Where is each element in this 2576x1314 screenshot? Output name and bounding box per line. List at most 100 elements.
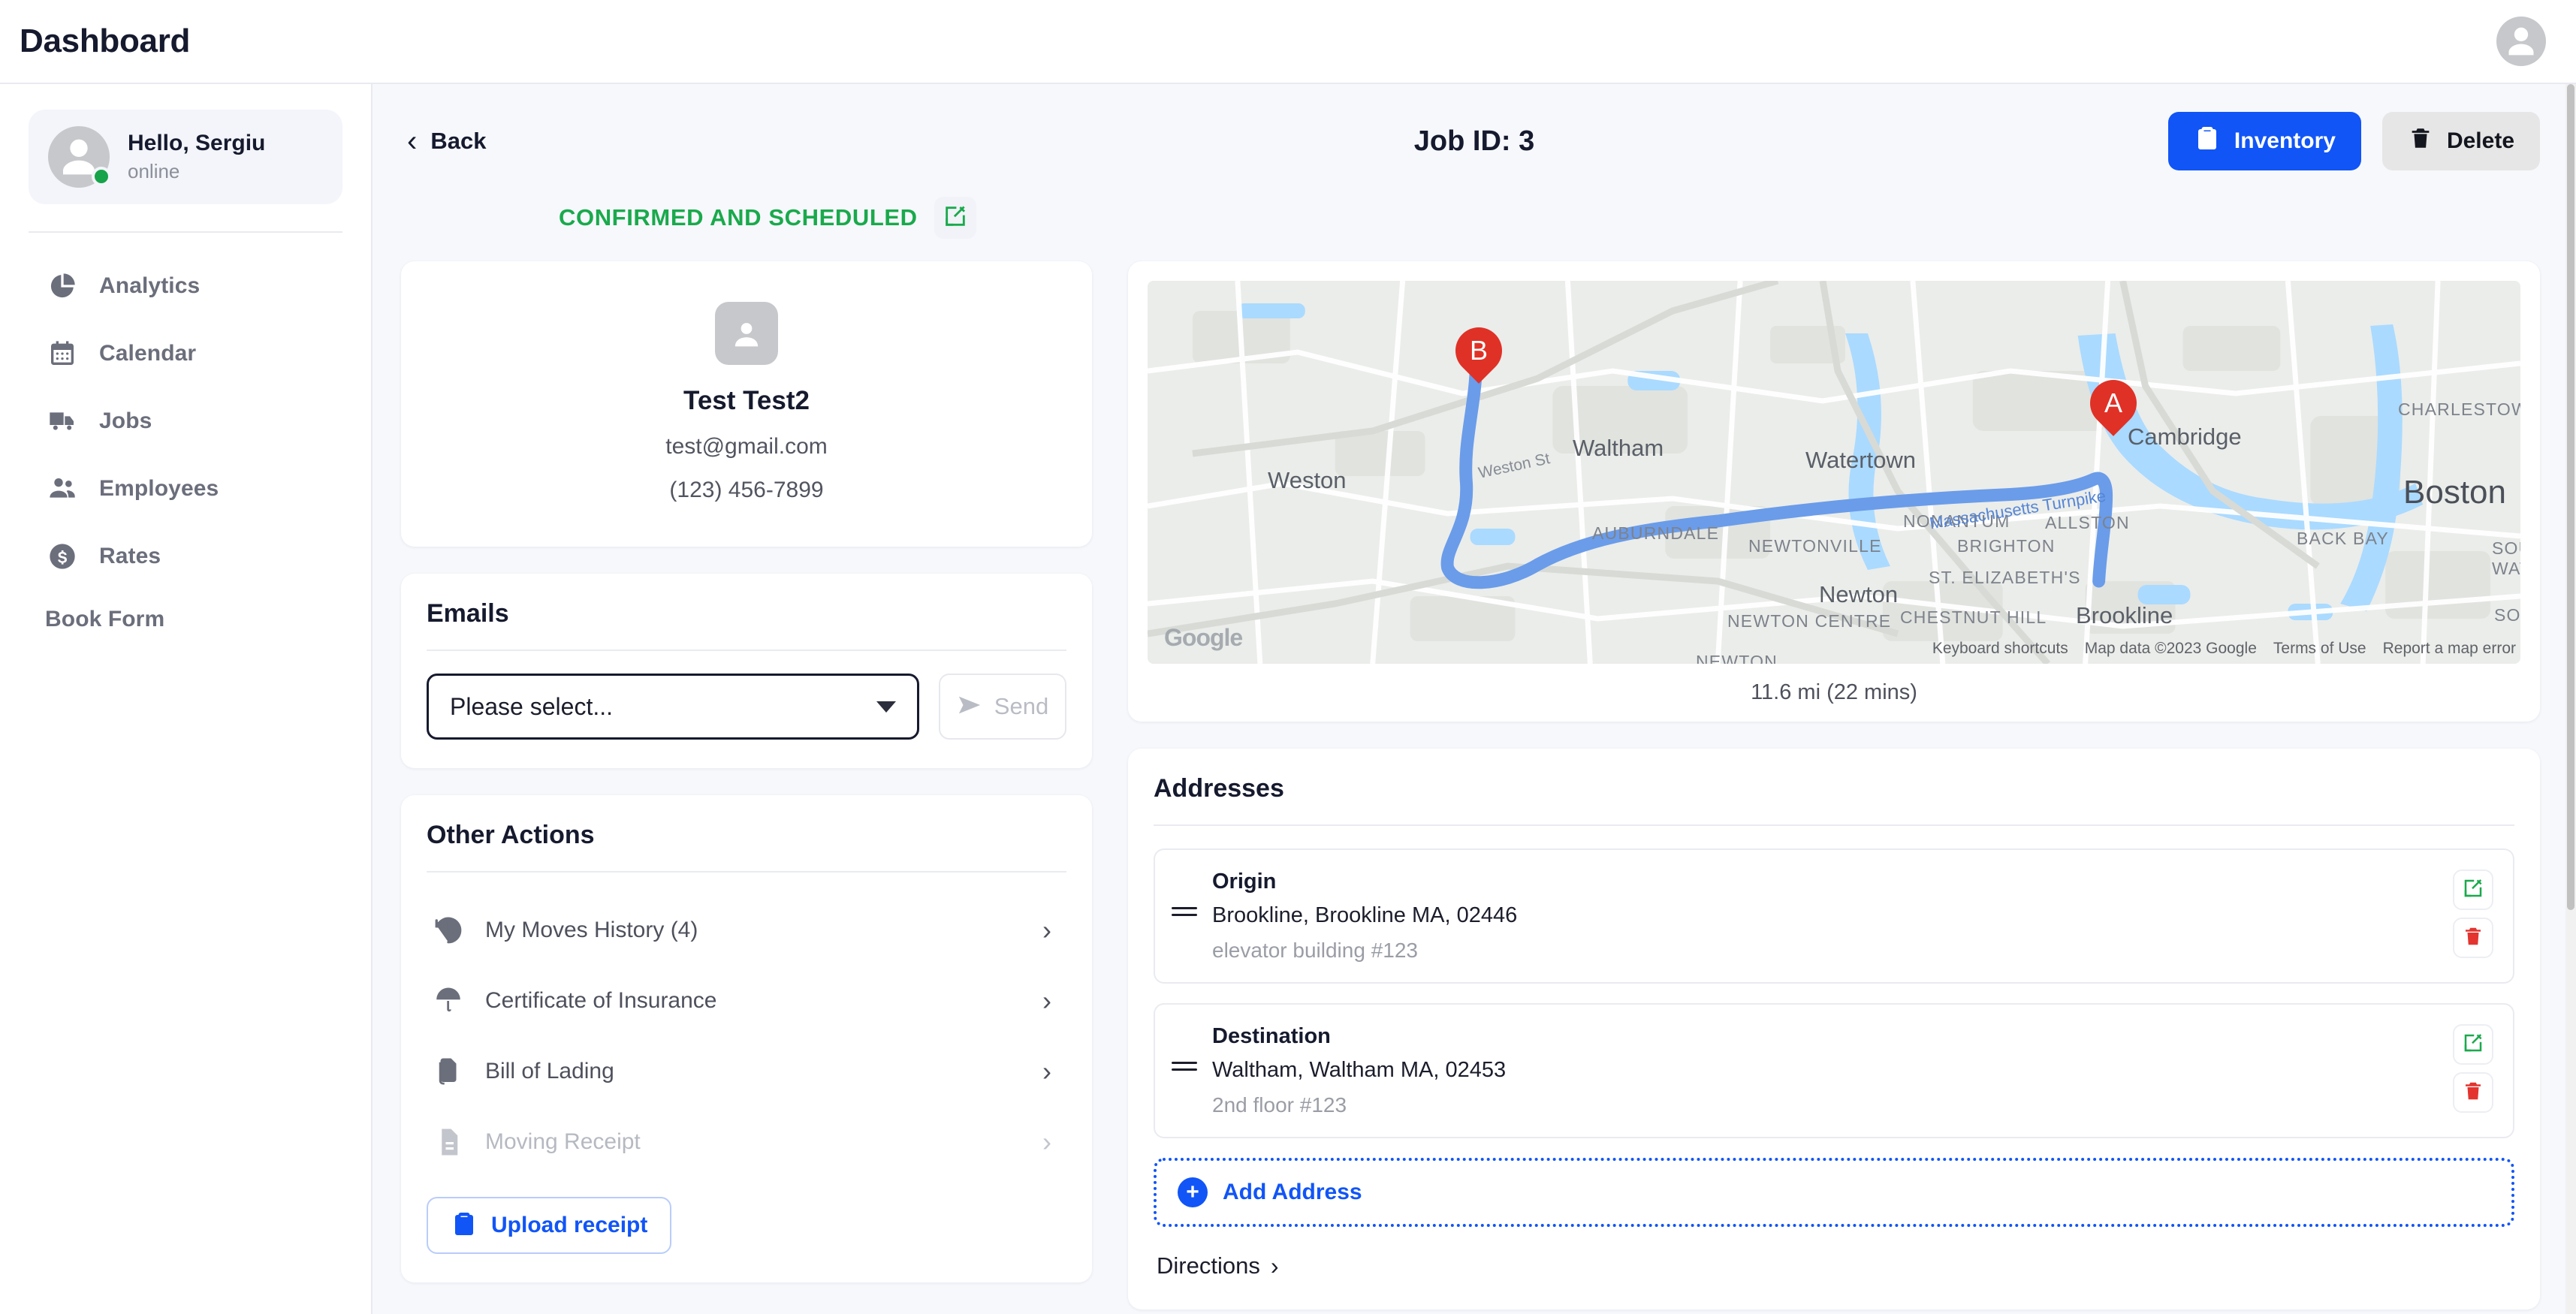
sidebar-item-label: Analytics xyxy=(99,273,201,298)
action-bill-of-lading[interactable]: Bill of Lading › xyxy=(427,1036,1066,1107)
action-certificate-of-insurance[interactable]: Certificate of Insurance › xyxy=(427,966,1066,1036)
sidebar-item-jobs[interactable]: Jobs xyxy=(0,387,371,455)
map-label: Boston xyxy=(2403,474,2506,511)
upload-receipt-label: Upload receipt xyxy=(491,1213,648,1237)
map-label: BACK BAY xyxy=(2297,529,2389,548)
address-note: elevator building #123 xyxy=(1212,939,1418,962)
add-address-button[interactable]: + Add Address xyxy=(1154,1158,2514,1227)
action-label: Bill of Lading xyxy=(485,1059,614,1083)
route-map[interactable]: Weston Waltham Weston St Watertown Cambr… xyxy=(1148,281,2520,664)
action-label: Moving Receipt xyxy=(485,1129,641,1154)
page-scrollbar[interactable] xyxy=(2565,84,2576,1314)
map-label: NEWTONVILLE xyxy=(1748,536,1882,556)
directions-toggle[interactable]: Directions › xyxy=(1154,1227,2514,1294)
contact-card-icon xyxy=(715,302,778,365)
divider xyxy=(427,871,1066,872)
map-credit-map-data: Map data ©2023 Google xyxy=(2084,640,2257,657)
email-send-row: Please select... Send xyxy=(427,674,1066,740)
status-row: CONFIRMED AND SCHEDULED xyxy=(401,176,2540,239)
delete-button[interactable]: Delete xyxy=(2381,112,2540,170)
clipboard-check-icon xyxy=(451,1210,478,1241)
chevron-right-icon: › xyxy=(1270,1252,1279,1279)
action-my-moves-history[interactable]: My Moves History (4) › xyxy=(427,895,1066,966)
upload-receipt-button[interactable]: Upload receipt xyxy=(427,1197,672,1254)
map-label: Newton xyxy=(1819,581,1899,607)
email-template-select[interactable]: Please select... xyxy=(427,674,919,740)
inventory-button-label: Inventory xyxy=(2234,128,2336,153)
address-line: Brookline, Brookline MA, 02446 xyxy=(1212,903,1518,927)
delete-address-button[interactable] xyxy=(2453,918,2493,958)
chevron-right-icon: › xyxy=(1042,1056,1051,1086)
page-title: Dashboard xyxy=(20,23,191,59)
customer-card: Test Test2 test@gmail.com (123) 456-7899 xyxy=(401,261,1092,547)
delete-address-button[interactable] xyxy=(2453,1072,2493,1113)
address-label: Origin xyxy=(1212,869,1277,894)
address-content: Destination Waltham, Waltham MA, 02453 2… xyxy=(1212,1024,2438,1117)
customer-email: test@gmail.com xyxy=(665,434,828,459)
address-note: 2nd floor #123 xyxy=(1212,1093,1347,1117)
map-credit-terms[interactable]: Terms of Use xyxy=(2273,640,2366,658)
sidebar-item-rates[interactable]: Rates xyxy=(0,523,371,590)
customer-phone: (123) 456-7899 xyxy=(669,478,824,502)
people-icon xyxy=(45,472,80,506)
left-column: Test Test2 test@gmail.com (123) 456-7899… xyxy=(401,261,1092,1282)
map-label: NEWTON CENTRE xyxy=(1727,611,1892,631)
map-credit-report-error[interactable]: Report a map error xyxy=(2383,640,2516,658)
online-status-dot xyxy=(92,167,111,186)
map-label: CHARLESTOWN xyxy=(2398,399,2520,419)
clipboard-list-icon xyxy=(2194,125,2221,158)
sidebar-item-book-form[interactable]: Book Form xyxy=(0,590,371,649)
emails-card: Emails Please select... Send xyxy=(401,574,1092,768)
map-credits: Keyboard shortcuts Map data ©2023 Google… xyxy=(1932,640,2516,658)
sidebar-item-calendar[interactable]: Calendar xyxy=(0,320,371,387)
body-row: Hello, Sergiu online Analytics Calendar xyxy=(0,84,2576,1314)
header-actions: Inventory Delete xyxy=(2167,112,2540,170)
chevron-right-icon: › xyxy=(1042,985,1051,1016)
map-label: WATERFRONT xyxy=(2492,559,2520,578)
sidebar-profile-card[interactable]: Hello, Sergiu online xyxy=(29,110,342,204)
sidebar-item-analytics[interactable]: Analytics xyxy=(0,252,371,320)
map-pin-b[interactable]: B xyxy=(1446,318,1512,389)
addresses-title: Addresses xyxy=(1154,774,1284,803)
other-actions-card: Other Actions My Moves History (4) › Cer… xyxy=(401,795,1092,1282)
edit-square-icon xyxy=(943,203,968,233)
back-button[interactable]: ‹ Back xyxy=(401,126,486,156)
user-circle-icon[interactable] xyxy=(2496,17,2546,66)
add-address-label: Add Address xyxy=(1223,1180,1362,1204)
chevron-right-icon: › xyxy=(1042,915,1051,945)
edit-address-button[interactable] xyxy=(2453,869,2493,910)
copy-document-icon xyxy=(431,1054,466,1089)
drag-handle[interactable] xyxy=(1172,869,1197,921)
map-pin-a[interactable]: A xyxy=(2080,370,2146,442)
map-credit-keyboard-shortcuts[interactable]: Keyboard shortcuts xyxy=(1932,640,2068,658)
calendar-icon xyxy=(45,336,80,371)
app-root: Dashboard Hello, Sergiu online Analytics… xyxy=(0,0,2576,1314)
status-edit-button[interactable] xyxy=(934,197,976,239)
edit-square-icon xyxy=(2462,1032,2484,1058)
emails-card-title: Emails xyxy=(427,599,509,628)
chevron-down-icon xyxy=(876,701,896,713)
address-actions xyxy=(2453,1024,2493,1113)
drag-handle[interactable] xyxy=(1172,1024,1197,1075)
address-row-origin: Origin Brookline, Brookline MA, 02446 el… xyxy=(1154,848,2514,984)
inventory-button[interactable]: Inventory xyxy=(2167,112,2361,170)
sidebar-item-label: Calendar xyxy=(99,341,197,366)
edit-address-button[interactable] xyxy=(2453,1024,2493,1065)
trash-icon xyxy=(2462,1080,2484,1106)
truck-icon xyxy=(45,404,80,439)
send-email-button[interactable]: Send xyxy=(939,674,1066,740)
sidebar-item-label: Rates xyxy=(99,544,161,568)
action-moving-receipt: Moving Receipt › xyxy=(427,1107,1066,1177)
scrollbar-thumb[interactable] xyxy=(2567,84,2574,910)
delete-button-label: Delete xyxy=(2446,128,2514,153)
route-distance: 11.6 mi (22 mins) xyxy=(1751,680,1917,704)
status-badge: CONFIRMED AND SCHEDULED xyxy=(559,204,918,231)
map-label: BRIGHTON xyxy=(1957,536,2056,556)
address-label: Destination xyxy=(1212,1024,1331,1048)
top-bar: Dashboard xyxy=(0,0,2576,84)
address-line: Waltham, Waltham MA, 02453 xyxy=(1212,1058,1507,1082)
chevron-right-icon: › xyxy=(1042,1126,1051,1157)
sidebar-item-employees[interactable]: Employees xyxy=(0,455,371,523)
sidebar-nav: Analytics Calendar Jobs Employees Rates … xyxy=(0,233,371,649)
map-pin-letter: B xyxy=(1469,335,1489,366)
